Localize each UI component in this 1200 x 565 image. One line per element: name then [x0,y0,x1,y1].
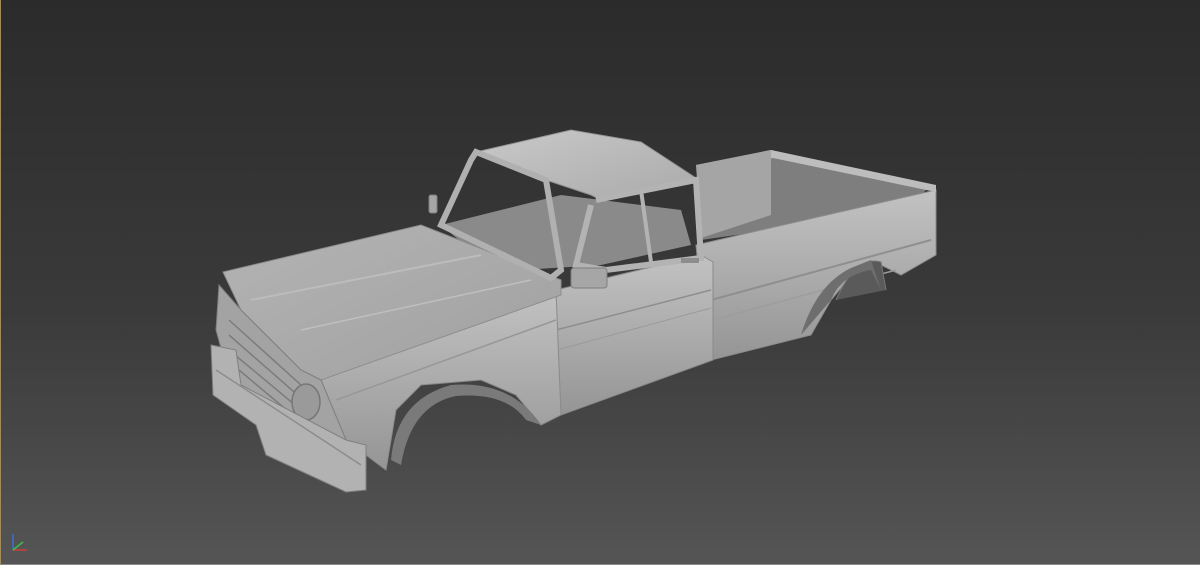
side-mirror-right [570,267,608,289]
truck-model[interactable] [1,0,1200,565]
door-handle [681,258,699,263]
side-mirror-left [428,194,438,214]
axis-gizmo-icon [12,534,27,551]
3d-viewport[interactable] [0,0,1200,565]
